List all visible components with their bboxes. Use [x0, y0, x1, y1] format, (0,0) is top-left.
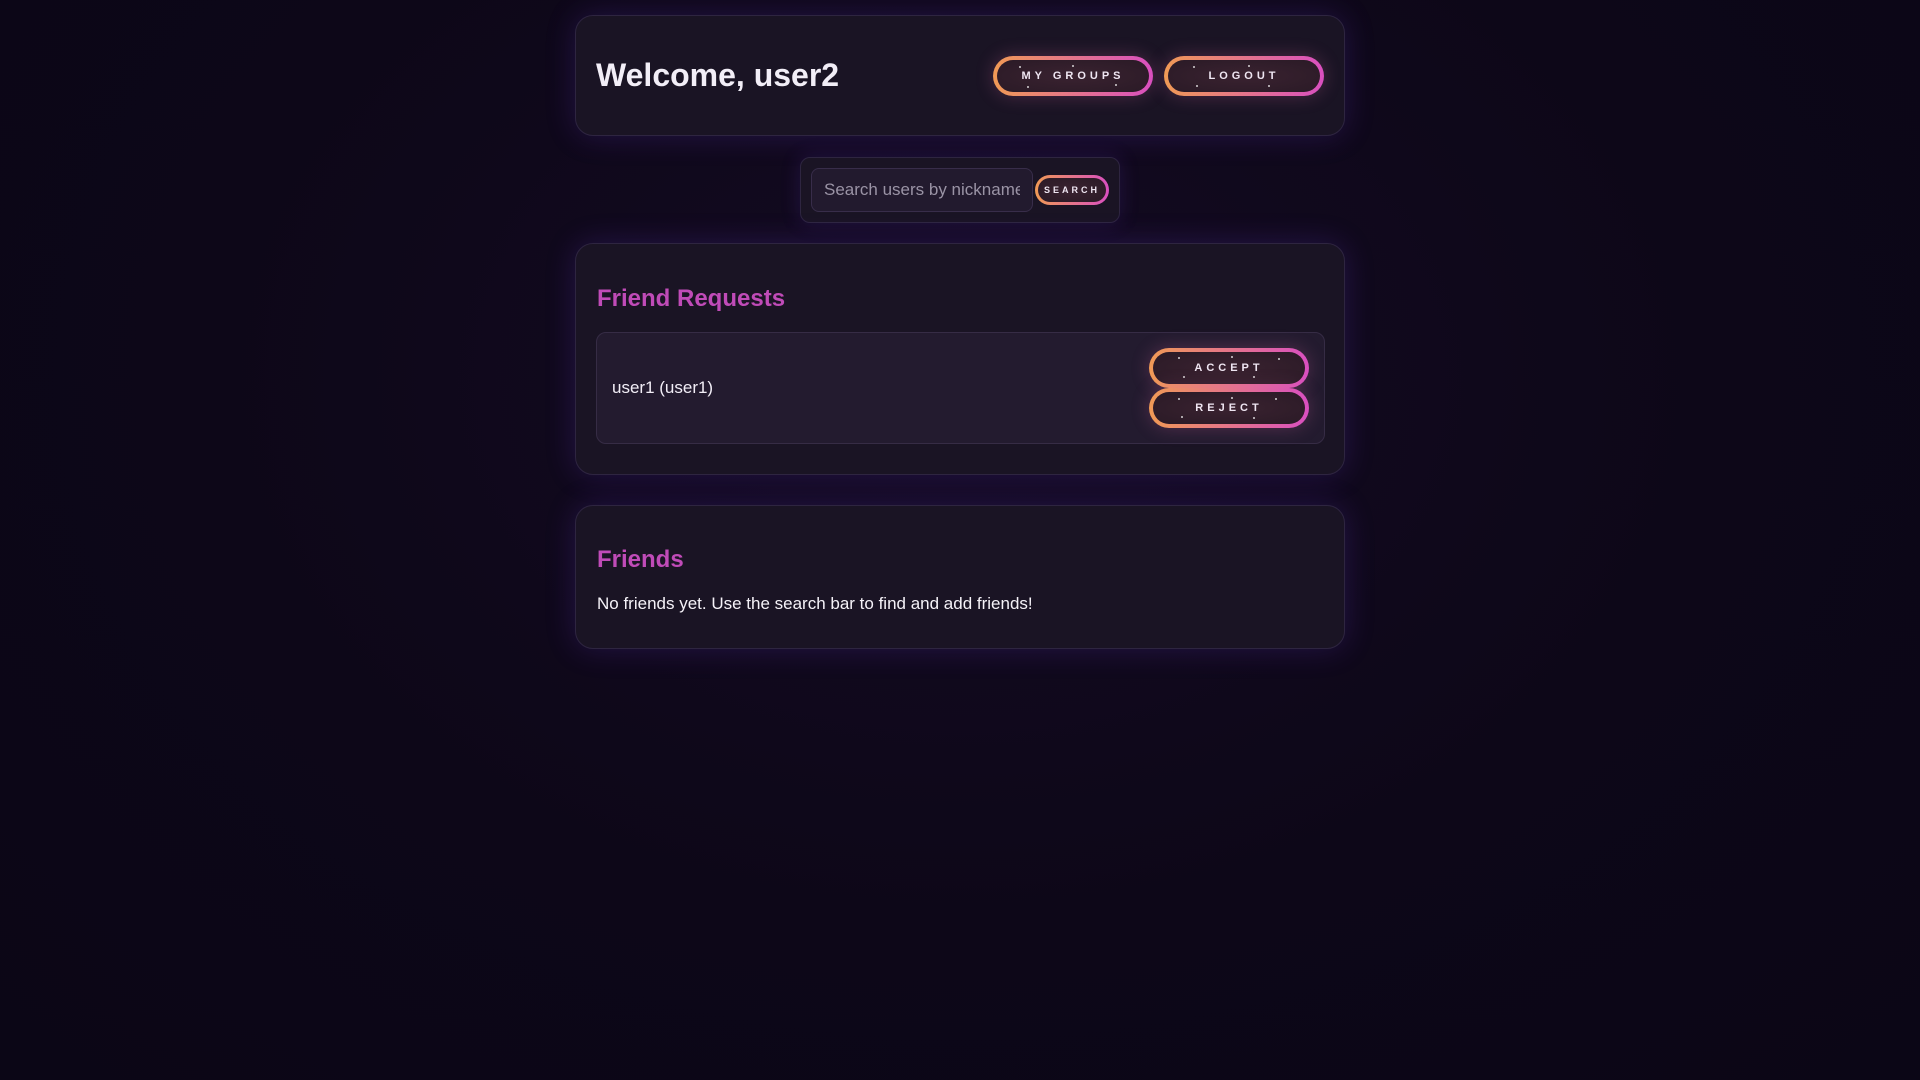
search-button[interactable]: SEARCH	[1035, 175, 1109, 205]
sparkle-icon	[1019, 65, 1021, 68]
page-container: Welcome, user2 MY GROUPS LOGOUT	[575, 15, 1345, 136]
accept-label: ACCEPT	[1194, 362, 1264, 374]
welcome-heading: Welcome, user2	[596, 57, 840, 93]
friend-requests-card: Friend Requests user1 (user1) ACCEPT REJ…	[575, 243, 1345, 475]
sparkle-icon	[1196, 84, 1198, 87]
search-bar: SEARCH	[800, 157, 1120, 223]
header-actions: MY GROUPS LOGOUT	[993, 56, 1324, 96]
search-button-label: SEARCH	[1044, 185, 1101, 195]
reject-button[interactable]: REJECT	[1149, 388, 1309, 428]
logout-label: LOGOUT	[1208, 69, 1280, 82]
sparkle-icon	[1248, 64, 1250, 67]
sparkle-icon	[1181, 416, 1183, 418]
friend-request-item: user1 (user1) ACCEPT REJECT	[596, 332, 1325, 444]
sparkle-icon	[1278, 358, 1280, 360]
sparkle-icon	[1193, 65, 1195, 68]
sparkle-icon	[1253, 417, 1255, 419]
sparkle-icon	[1178, 398, 1180, 400]
sparkle-icon	[1183, 376, 1185, 378]
my-groups-button[interactable]: MY GROUPS	[993, 56, 1153, 96]
request-user-name: user1 (user1)	[612, 378, 714, 397]
sparkle-icon	[1072, 64, 1074, 67]
sparkle-icon	[1115, 83, 1117, 86]
sparkle-icon	[1178, 357, 1180, 359]
sparkle-icon	[1275, 398, 1277, 400]
my-groups-label: MY GROUPS	[1021, 69, 1125, 82]
sparkle-icon	[1253, 376, 1255, 378]
reject-label: REJECT	[1195, 402, 1263, 414]
accept-button[interactable]: ACCEPT	[1149, 348, 1309, 388]
sparkle-icon	[1231, 356, 1233, 358]
search-input[interactable]	[811, 168, 1033, 212]
sparkle-icon	[1027, 85, 1029, 88]
friends-card: Friends No friends yet. Use the search b…	[575, 505, 1345, 649]
sparkle-icon	[1268, 84, 1270, 87]
header-card: Welcome, user2 MY GROUPS LOGOUT	[575, 15, 1345, 136]
logout-button[interactable]: LOGOUT	[1164, 56, 1324, 96]
friends-title: Friends	[597, 546, 684, 573]
friends-empty-message: No friends yet. Use the search bar to fi…	[597, 594, 1033, 613]
friend-requests-title: Friend Requests	[597, 285, 786, 312]
sparkle-icon	[1231, 397, 1233, 399]
request-actions: ACCEPT REJECT	[1149, 348, 1309, 428]
